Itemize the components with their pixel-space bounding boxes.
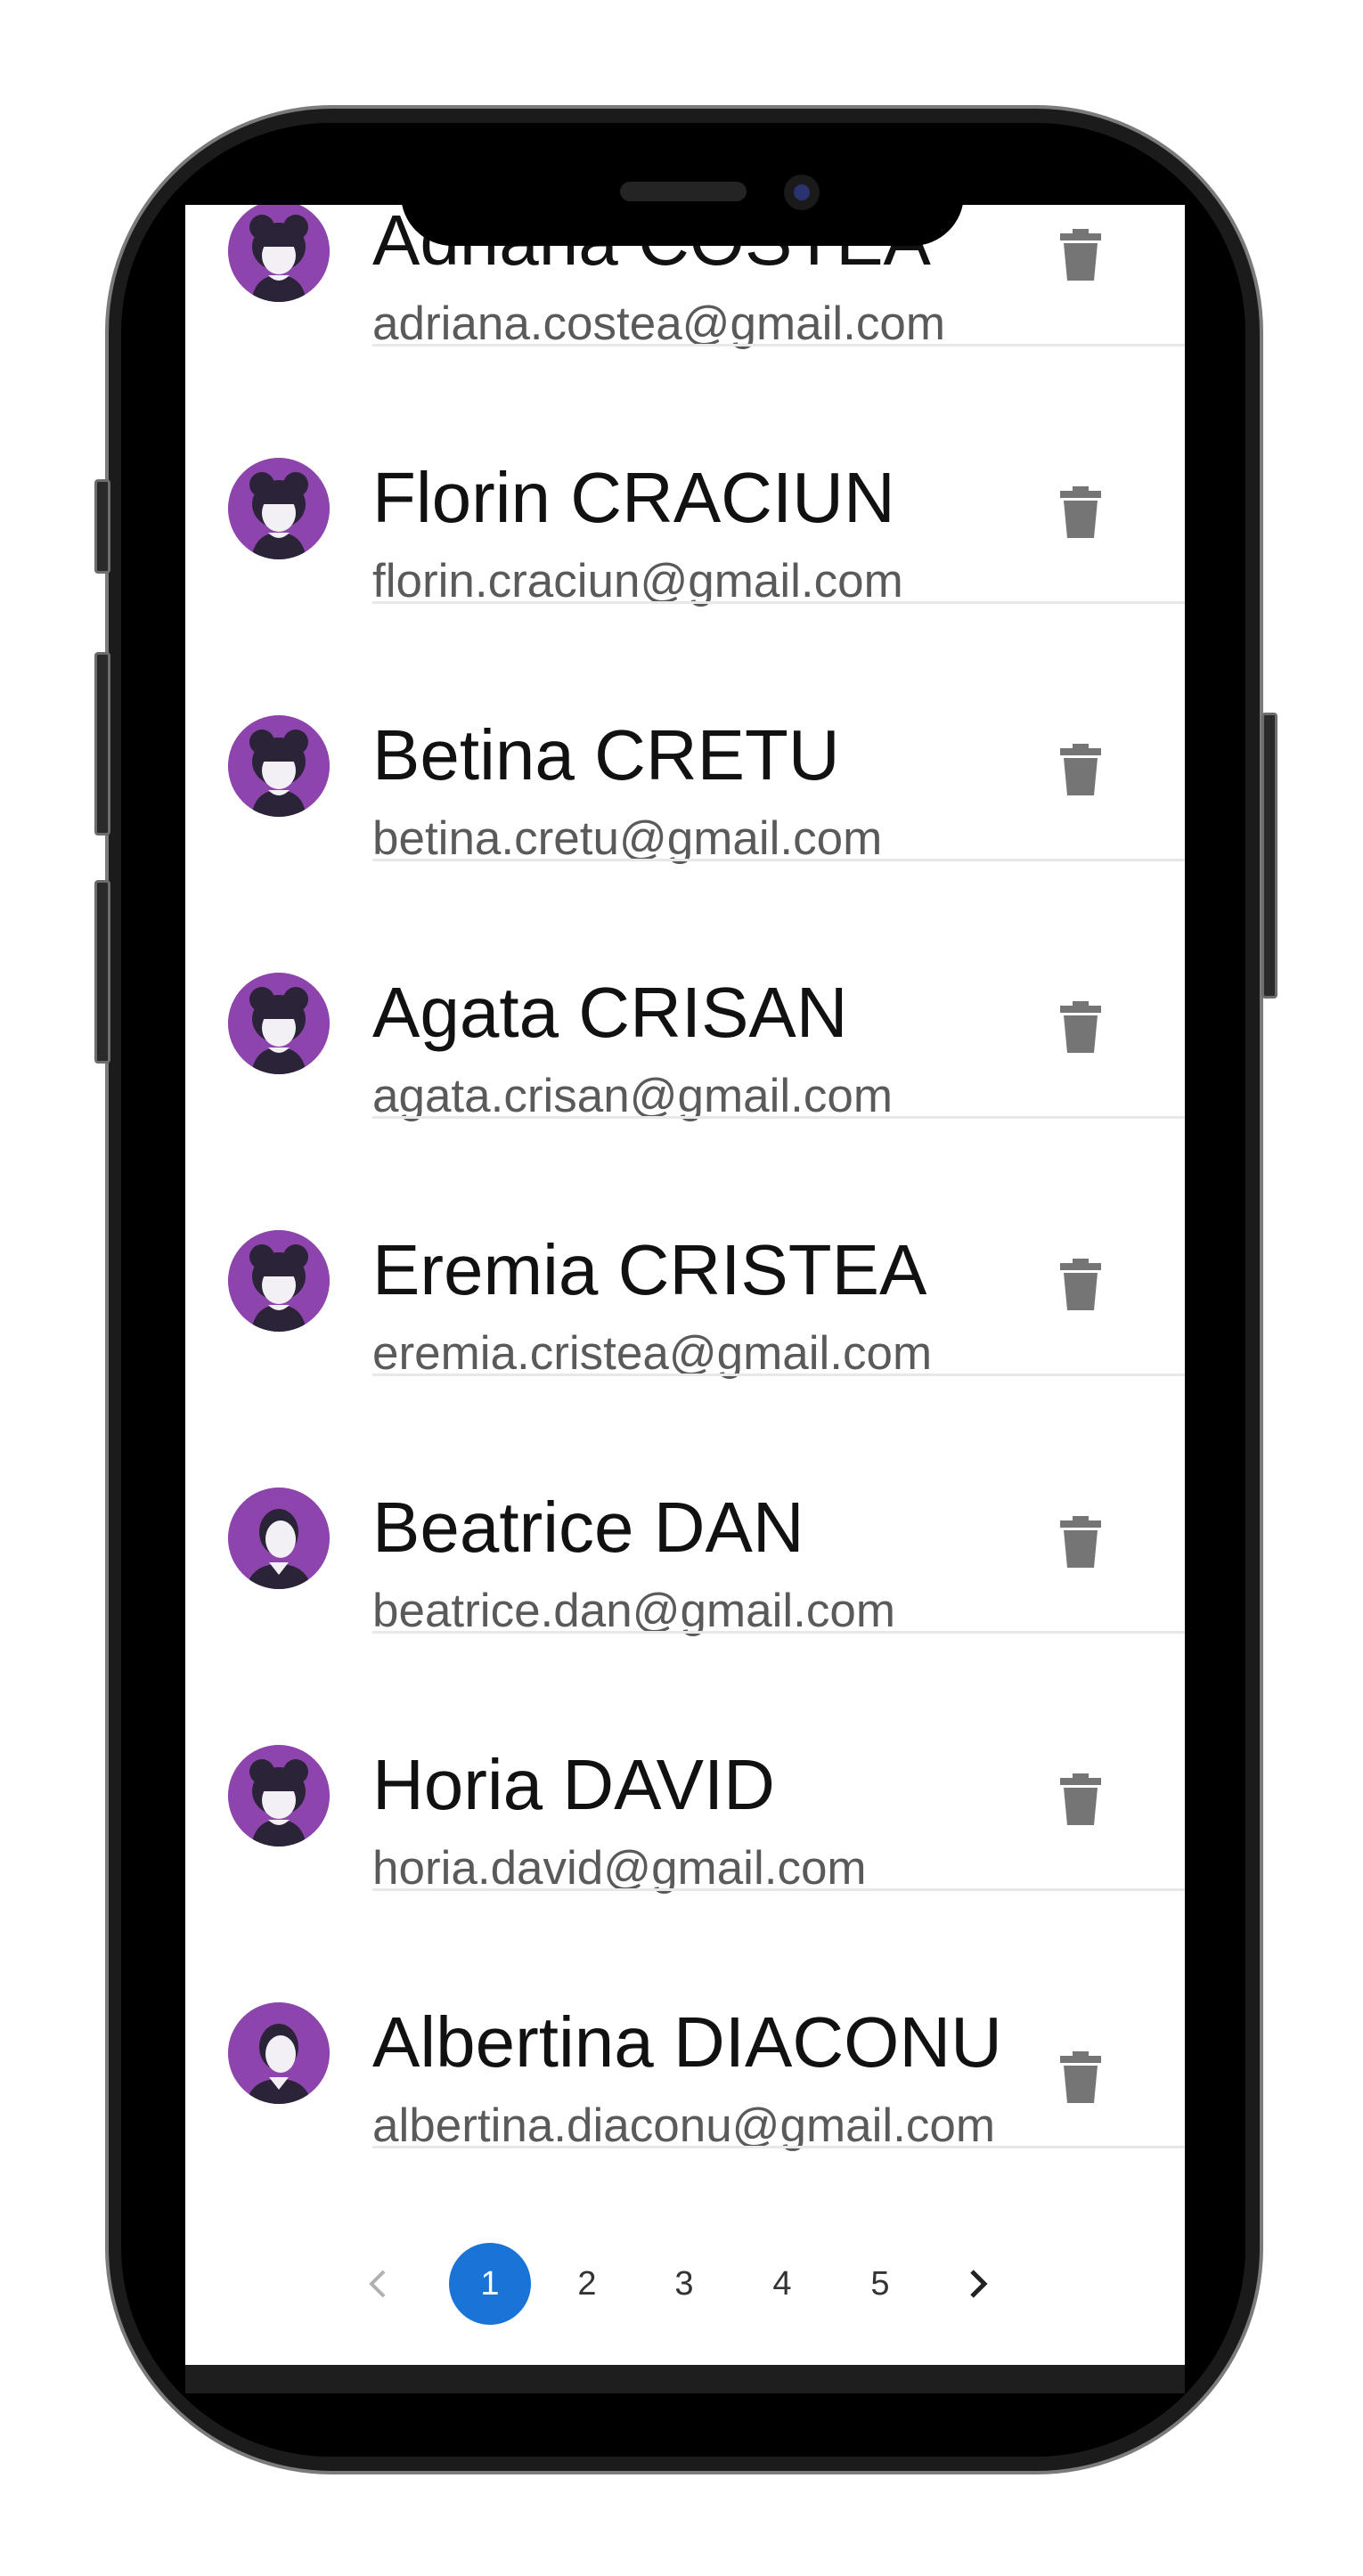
female-avatar-icon bbox=[228, 715, 330, 817]
page-5-button[interactable]: 5 bbox=[839, 2243, 921, 2325]
user-name: Beatrice DAN bbox=[372, 1488, 804, 1567]
user-list-item[interactable]: Horia DAVID horia.david@gmail.com bbox=[185, 1634, 1185, 1892]
male-avatar-icon bbox=[228, 1488, 330, 1589]
female-avatar-icon bbox=[228, 458, 330, 559]
user-email: horia.david@gmail.com bbox=[372, 1842, 867, 1895]
delete-button[interactable] bbox=[1060, 1516, 1101, 1568]
volume-down-button bbox=[94, 880, 110, 1064]
page-1-button[interactable]: 1 bbox=[449, 2243, 531, 2325]
next-page-button[interactable] bbox=[937, 2243, 1019, 2325]
delete-button[interactable] bbox=[1060, 2051, 1101, 2103]
female-avatar-icon bbox=[228, 1230, 330, 1332]
male-avatar-icon bbox=[228, 2002, 330, 2104]
user-list-item[interactable]: Florin CRACIUN florin.craciun@gmail.com bbox=[185, 346, 1185, 605]
page-4-button[interactable]: 4 bbox=[741, 2243, 823, 2325]
phone-screen: Adriana COSTEAadriana.costea@gmail.com F… bbox=[185, 205, 1185, 2369]
page-3-button[interactable]: 3 bbox=[643, 2243, 725, 2325]
female-avatar-icon bbox=[228, 205, 330, 302]
prev-page-button[interactable] bbox=[337, 2243, 419, 2325]
trash-icon bbox=[1060, 1001, 1101, 1056]
front-camera bbox=[784, 175, 820, 210]
user-name: Eremia CRISTEA bbox=[372, 1230, 927, 1309]
page-2-button[interactable]: 2 bbox=[546, 2243, 628, 2325]
chevron-right-icon bbox=[970, 2270, 988, 2298]
user-list-item[interactable]: Beatrice DAN beatrice.dan@gmail.com bbox=[185, 1376, 1185, 1634]
user-email: florin.craciun@gmail.com bbox=[372, 555, 903, 607]
user-name: Horia DAVID bbox=[372, 1745, 775, 1824]
user-list-item[interactable]: Albertina DIACONU albertina.diaconu@gmail… bbox=[185, 1891, 1185, 2149]
delete-button[interactable] bbox=[1060, 1773, 1101, 1825]
delete-button[interactable] bbox=[1060, 486, 1101, 538]
power-button bbox=[1261, 713, 1277, 999]
chevron-left-icon bbox=[369, 2270, 386, 2298]
trash-icon bbox=[1060, 1259, 1101, 1314]
divider bbox=[372, 2146, 1185, 2148]
delete-button[interactable] bbox=[1060, 229, 1101, 281]
delete-button[interactable] bbox=[1060, 1001, 1101, 1053]
user-email: eremia.cristea@gmail.com bbox=[372, 1327, 933, 1380]
speaker-grille bbox=[620, 182, 747, 201]
trash-icon bbox=[1060, 486, 1101, 542]
female-avatar-icon bbox=[228, 1745, 330, 1846]
trash-icon bbox=[1060, 744, 1101, 799]
delete-button[interactable] bbox=[1060, 744, 1101, 795]
user-email: agata.crisan@gmail.com bbox=[372, 1070, 894, 1122]
user-name: Albertina DIACONU bbox=[372, 2002, 1002, 2082]
user-list-item[interactable]: Betina CRETU betina.cretu@gmail.com bbox=[185, 604, 1185, 862]
user-email: adriana.costea@gmail.com bbox=[372, 298, 945, 350]
volume-up-button bbox=[94, 652, 110, 836]
user-email: albertina.diaconu@gmail.com bbox=[372, 2099, 995, 2152]
screen-bottom-edge bbox=[185, 2365, 1185, 2393]
user-list-item[interactable]: Eremia CRISTEA eremia.cristea@gmail.com bbox=[185, 1119, 1185, 1377]
pagination: 1 2 3 4 5 bbox=[185, 2243, 1185, 2332]
delete-button[interactable] bbox=[1060, 1259, 1101, 1310]
mute-switch bbox=[94, 479, 110, 574]
user-name: Agata CRISAN bbox=[372, 973, 848, 1052]
user-email: betina.cretu@gmail.com bbox=[372, 812, 883, 865]
user-name: Florin CRACIUN bbox=[372, 458, 895, 537]
user-name: Betina CRETU bbox=[372, 715, 840, 795]
trash-icon bbox=[1060, 1773, 1101, 1829]
trash-icon bbox=[1060, 2051, 1101, 2107]
trash-icon bbox=[1060, 1516, 1101, 1571]
female-avatar-icon bbox=[228, 973, 330, 1074]
user-list-item[interactable]: Agata CRISAN agata.crisan@gmail.com bbox=[185, 861, 1185, 1120]
trash-icon bbox=[1060, 229, 1101, 284]
user-email: beatrice.dan@gmail.com bbox=[372, 1585, 896, 1637]
